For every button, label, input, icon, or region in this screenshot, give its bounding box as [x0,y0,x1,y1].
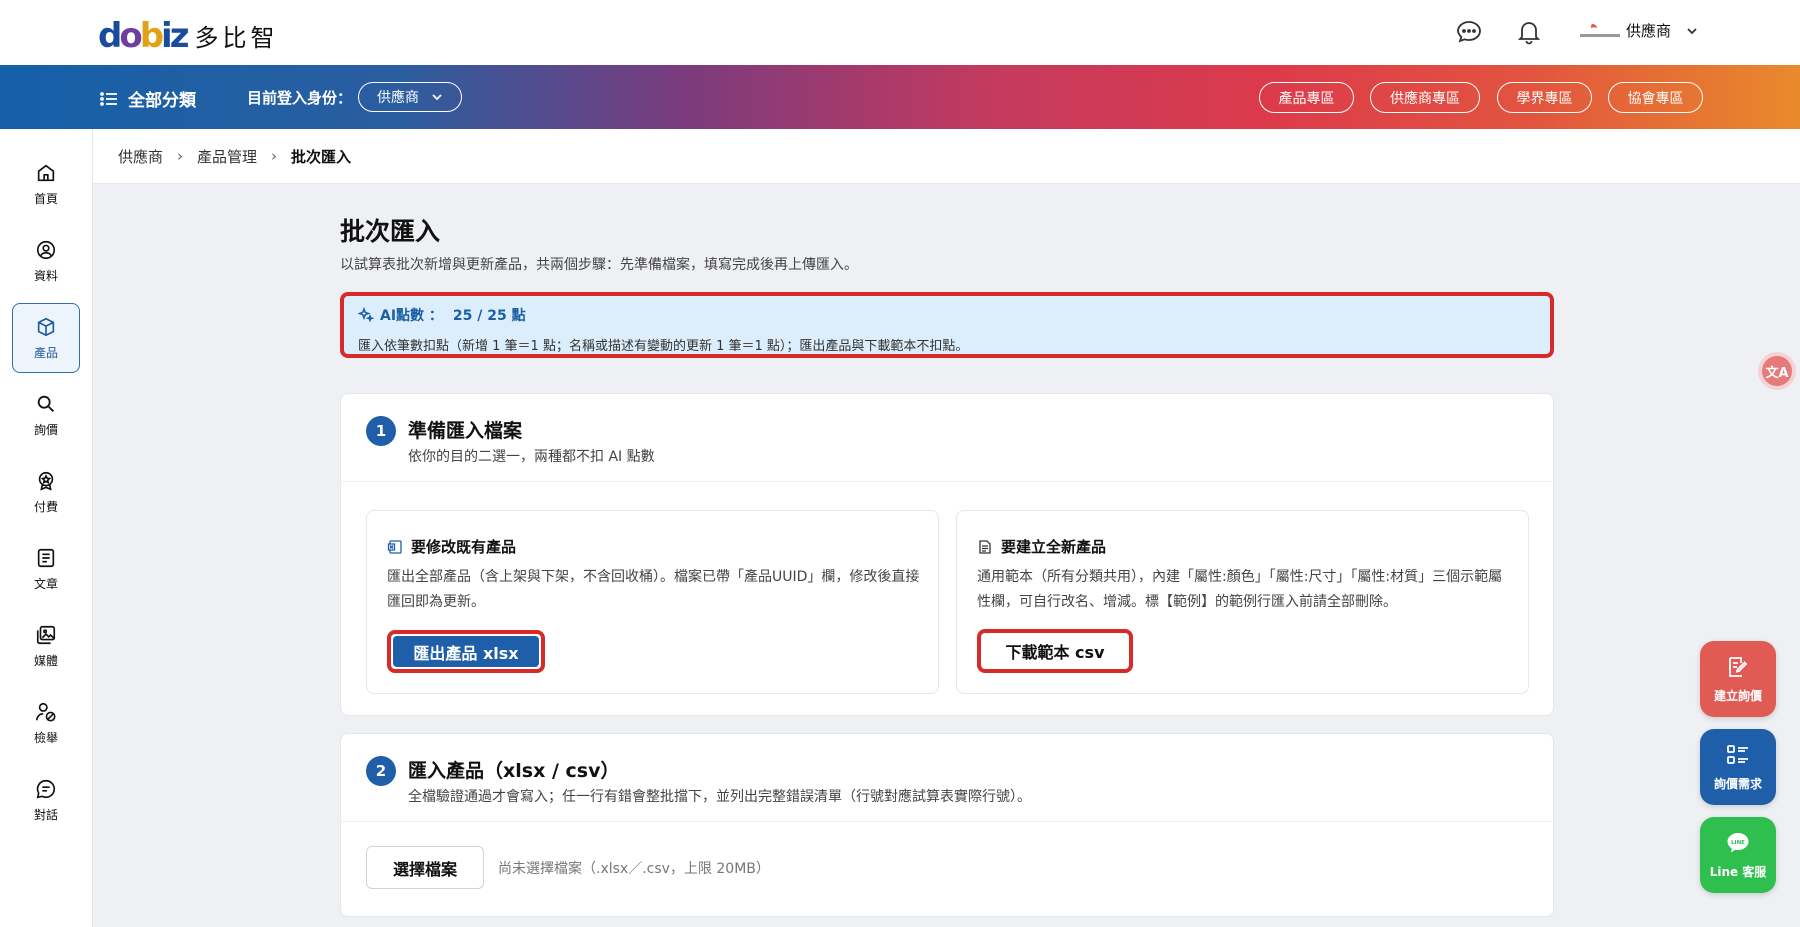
edit-note-icon [1729,657,1748,677]
create-inquiry-label: 建立詢價 [1713,689,1762,703]
top-header: dobiz 多比智 供應商 [0,0,1800,65]
page-description: 以試算表批次新增與更新產品，共兩個步驟：先準備檔案，填寫完成後再上傳匯入。 [340,257,858,273]
inquiry-needs-fab[interactable]: 詢價需求 [1700,729,1776,805]
inquiry-needs-label: 詢價需求 [1713,777,1762,791]
sidebar-item-media[interactable]: 媒體 [12,611,80,681]
sidebar-item-label: 文章 [33,576,58,591]
list-grid-icon [1727,745,1748,764]
box-icon [37,317,55,336]
create-inquiry-fab[interactable]: 建立詢價 [1700,641,1776,717]
chevron-down-icon [1687,27,1697,34]
badge-icon [38,471,54,491]
step-number: 2 [366,756,396,786]
main-navbar: 全部分類 目前登入身份： 供應商 產品專區 供應商專區 學界專區 協會專區 [0,65,1800,129]
breadcrumb-item-current: 批次匯入 [291,147,352,166]
left-sidebar: 首頁 資料 產品 詢價 付費 文章 媒體 檢舉 對話 [0,129,93,927]
sidebar-item-inquiry[interactable]: 詢價 [12,380,80,450]
media-icon [36,625,56,644]
menu-list-icon [100,91,117,106]
bell-icon[interactable] [1515,18,1543,46]
chevron-down-icon [432,94,442,101]
login-as-label: 目前登入身份： [247,89,353,107]
step1-title: 準備匯入檔案 [408,420,523,442]
logo-text: 多比智 [194,24,279,52]
user-circle-icon [36,240,56,259]
home-icon [37,164,55,181]
step2-subtitle: 全檔驗證通過才會寫入；任一行有錯會整批擋下，並列出完整錯誤清單（行號對應試算表實… [408,789,1031,805]
sidebar-item-payment[interactable]: 付費 [12,457,80,527]
sidebar-item-label: 產品 [33,345,58,360]
step2-card: 2 匯入產品（xlsx / csv） 全檔驗證通過才會寫入；任一行有錯會整批擋下… [340,733,1554,917]
sidebar-item-articles[interactable]: 文章 [12,534,80,604]
sparkle-icon [358,307,374,323]
sidebar-item-chat[interactable]: 對話 [12,765,80,835]
zone-suppliers-button[interactable]: 供應商專區 [1370,82,1480,113]
step1-header: 1 準備匯入檔案 依你的目的二選一，兩種都不扣 AI 點數 [341,394,1553,482]
sidebar-item-label: 檢舉 [33,730,58,745]
sidebar-item-label: 首頁 [33,191,58,206]
all-categories-button[interactable]: 全部分類 [100,86,196,111]
create-new-title: 要建立全新產品 [1001,538,1107,556]
ai-points-note: 匯入依筆數扣點（新增 1 筆＝1 點；名稱或描述有變動的更新 1 筆＝1 點）；… [358,339,969,354]
sidebar-item-label: 付費 [33,499,58,514]
choose-file-button[interactable]: 選擇檔案 [366,846,484,889]
step1-card: 1 準備匯入檔案 依你的目的二選一，兩種都不扣 AI 點數 要修改既有產品 匯出… [340,393,1554,716]
sidebar-item-profile[interactable]: 資料 [12,226,80,296]
sidebar-item-label: 資料 [33,268,58,283]
no-file-text: 尚未選擇檔案（.xlsx／.csv，上限 20MB） [498,861,770,877]
zone-association-button[interactable]: 協會專區 [1608,82,1703,113]
sidebar-item-home[interactable]: 首頁 [12,149,80,219]
zone-products-button[interactable]: 產品專區 [1259,82,1354,113]
logo-mark: dobiz [98,15,189,56]
excel-file-icon [387,539,402,554]
chevron-right-icon: › [177,147,184,165]
download-template-csv-button[interactable]: 下載範本 csv [977,629,1133,673]
all-categories-label: 全部分類 [128,91,196,111]
sidebar-item-products[interactable]: 產品 [12,303,80,373]
line-logo-icon: LINE [1727,833,1749,853]
brand-logo[interactable]: dobiz 多比智 [98,18,279,53]
breadcrumb-item-supplier[interactable]: 供應商 [118,146,163,167]
search-icon [37,395,54,412]
ai-points-label: AI點數 ： [380,308,443,324]
sidebar-item-label: 對話 [33,807,58,822]
chat-bubble-icon[interactable] [1455,18,1483,46]
line-support-label: Line 客服 [1709,865,1767,879]
document-list-icon [979,539,991,554]
user-name: 供應商 [1626,22,1672,40]
translate-button[interactable]: 文A [1762,356,1792,386]
export-products-label: 匯出產品 xlsx [393,636,539,667]
user-menu[interactable]: 供應商 [1580,20,1699,41]
svg-text:LINE: LINE [1731,840,1745,846]
page-title: 批次匯入 [340,217,441,246]
chevron-right-icon: › [271,147,278,165]
sidebar-item-label: 詢價 [33,422,58,437]
modify-existing-desc: 匯出全部產品（含上架與下架，不含回收桶）。檔案已帶「產品UUID」欄，修改後直接… [387,569,920,610]
step2-title: 匯入產品（xlsx / csv） [408,760,620,782]
role-select[interactable]: 供應商 [358,82,462,112]
step1-subtitle: 依你的目的二選一，兩種都不扣 AI 點數 [408,449,655,465]
role-value: 供應商 [377,90,419,106]
line-support-fab[interactable]: LINE Line 客服 [1700,817,1776,893]
export-products-xlsx-button[interactable]: 匯出產品 xlsx [387,630,545,673]
ai-points-value: 25 / 25 點 [452,308,526,324]
step-number: 1 [366,416,396,446]
sidebar-item-label: 媒體 [33,653,58,668]
modify-existing-option: 要修改既有產品 匯出全部產品（含上架與下架，不含回收桶）。檔案已帶「產品UUID… [366,510,939,694]
company-logo-icon [1580,23,1620,37]
article-icon [37,548,55,567]
step2-header: 2 匯入產品（xlsx / csv） 全檔驗證通過才會寫入；任一行有錯會整批擋下… [341,734,1553,822]
report-icon [36,702,56,722]
breadcrumb-item-product-management[interactable]: 產品管理 [197,146,257,167]
create-new-desc: 通用範本（所有分類共用），內建「屬性:顏色」「屬性:尺寸」「屬性:材質」三個示範… [977,569,1503,610]
modify-existing-title: 要修改既有產品 [411,538,517,556]
zone-academia-button[interactable]: 學界專區 [1497,82,1592,113]
ai-points-panel: AI點數 ： 25 / 25 點 匯入依筆數扣點（新增 1 筆＝1 點；名稱或描… [340,292,1554,358]
chat-icon [36,779,55,798]
create-new-option: 要建立全新產品 通用範本（所有分類共用），內建「屬性:顏色」「屬性:尺寸」「屬性… [956,510,1529,694]
breadcrumb: 供應商 › 產品管理 › 批次匯入 [93,129,1800,184]
sidebar-item-report[interactable]: 檢舉 [12,688,80,758]
